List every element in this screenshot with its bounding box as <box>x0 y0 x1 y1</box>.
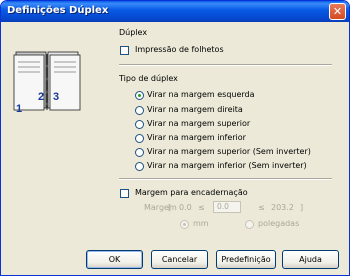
radio-flip-top-edge-no-flip[interactable] <box>135 148 144 157</box>
dialog-window: Definições Dúplex ✕ 1 2 3 Dúplex Impress… <box>0 0 350 276</box>
help-button[interactable]: Ajuda <box>282 250 339 269</box>
close-icon: ✕ <box>332 5 343 18</box>
bracket-open: [ <box>168 203 172 212</box>
radio-label-flip-bottom-edge[interactable]: Virar na margem inferior <box>147 133 246 142</box>
radio-label-flip-right-edge[interactable]: Virar na margem direita <box>147 105 243 114</box>
separator <box>119 178 332 180</box>
range-max: 203.2 <box>271 203 294 212</box>
close-button[interactable]: ✕ <box>329 3 346 20</box>
radio-flip-top-edge[interactable] <box>135 120 144 129</box>
radio-label-flip-top-edge[interactable]: Virar na margem superior <box>147 119 250 128</box>
radio-flip-left-edge[interactable] <box>135 91 144 100</box>
print-booklet-checkbox[interactable] <box>120 46 129 55</box>
cancel-button[interactable]: Cancelar <box>151 250 208 269</box>
page-number-2: 2 <box>38 91 44 103</box>
window-title: Definições Dúplex <box>7 5 109 16</box>
book-icon <box>13 51 81 111</box>
margin-label: Margem <box>144 203 177 212</box>
radio-flip-right-edge[interactable] <box>135 106 144 115</box>
radio-flip-bottom-edge-no-flip[interactable] <box>135 162 144 171</box>
binding-offset-checkbox[interactable] <box>120 189 129 198</box>
unit-radio-mm[interactable] <box>180 220 189 229</box>
margin-value-input[interactable]: 0.0 <box>213 201 241 213</box>
radio-flip-bottom-edge[interactable] <box>135 134 144 143</box>
unit-radio-inches[interactable] <box>245 220 254 229</box>
radio-label-flip-top-edge-no-flip[interactable]: Virar na margem superior (Sem inverter) <box>147 147 311 156</box>
unit-label-inches[interactable]: polegadas <box>258 219 299 228</box>
bracket-close: ] <box>300 203 304 212</box>
page-number-3: 3 <box>53 91 59 103</box>
range-separator-1: ≤ <box>198 203 205 212</box>
print-booklet-label[interactable]: Impressão de folhetos <box>135 45 224 54</box>
dialog-content: 1 2 3 Dúplex Impressão de folhetos Tipo … <box>1 22 349 275</box>
range-separator-2: ≤ <box>258 203 265 212</box>
duplex-group-title: Dúplex <box>119 28 148 37</box>
page-number-1: 1 <box>16 103 22 114</box>
unit-label-mm[interactable]: mm <box>193 219 209 228</box>
separator <box>119 64 332 66</box>
radio-label-flip-left-edge[interactable]: Virar na margem esquerda <box>147 90 255 99</box>
ok-button[interactable]: OK <box>86 250 143 269</box>
radio-label-flip-bottom-edge-no-flip[interactable]: Virar na margem inferior (Sem inverter) <box>147 161 307 170</box>
title-bar[interactable]: Definições Dúplex ✕ <box>1 1 349 22</box>
default-button[interactable]: Predefinição <box>216 250 276 269</box>
duplex-type-group-title: Tipo de dúplex <box>119 74 178 83</box>
duplex-preview-image: 1 2 3 <box>13 51 81 114</box>
binding-offset-label[interactable]: Margem para encadernação <box>135 188 248 197</box>
range-min: 0.0 <box>179 203 192 212</box>
